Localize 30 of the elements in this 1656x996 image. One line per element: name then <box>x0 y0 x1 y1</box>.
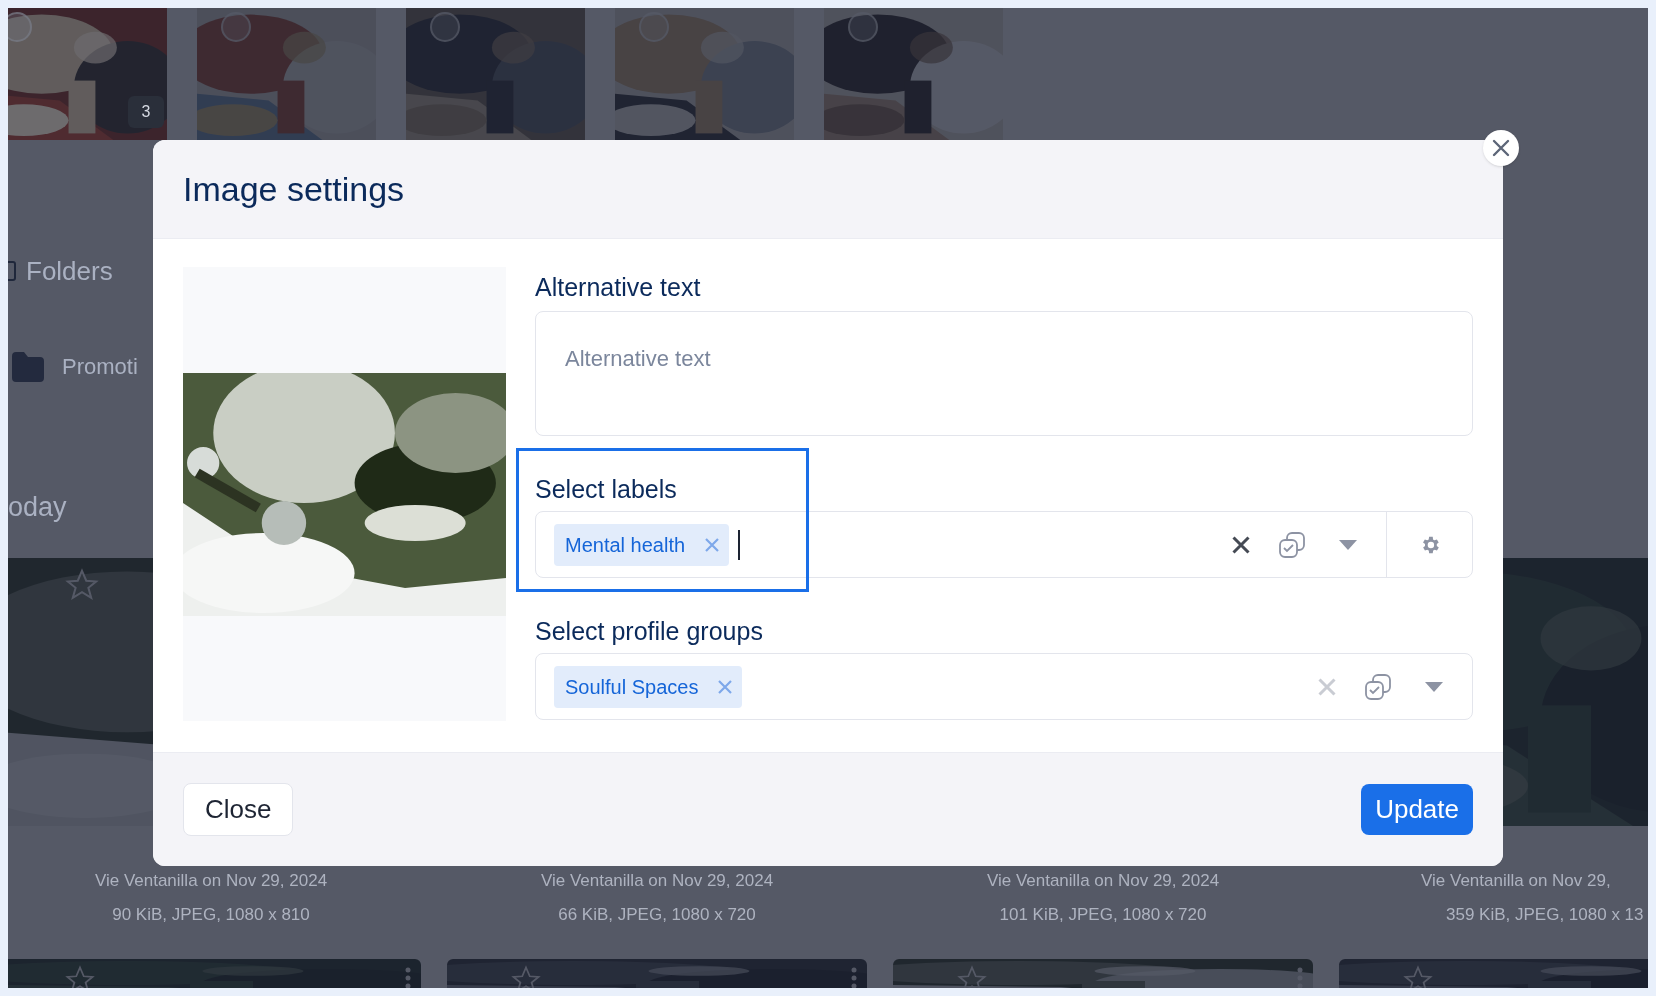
clear-icon[interactable] <box>1232 535 1250 554</box>
close-button[interactable]: Close <box>183 783 294 836</box>
select-field[interactable]: Mental health <box>535 511 1473 578</box>
image-author: Vie Ventanilla on Nov 29, 2024 <box>986 871 1220 891</box>
image-meta: 101 KiB, JPEG, 1080 x 720 <box>999 905 1207 925</box>
alt-text-field[interactable]: Alternative text <box>535 311 1473 436</box>
sidebar-heading: Folders <box>26 254 113 288</box>
section-title: oday <box>8 491 67 523</box>
image-author: Vie Ventanilla on Nov 29, <box>1421 871 1611 891</box>
remove-icon[interactable] <box>718 679 733 694</box>
image-meta: 90 KiB, JPEG, 1080 x 810 <box>112 905 310 925</box>
image-meta: 359 KiB, JPEG, 1080 x 13 <box>1446 905 1644 925</box>
copy-check-icon[interactable] <box>1278 530 1306 559</box>
field-label: Select labels <box>535 473 678 505</box>
folder-name[interactable]: Promoti <box>62 350 138 383</box>
remove-icon[interactable] <box>705 537 720 552</box>
caret-down-icon[interactable] <box>1425 681 1443 692</box>
field-label: Alternative text <box>535 272 702 303</box>
update-button[interactable]: Update <box>1361 784 1473 835</box>
caret-down-icon[interactable] <box>1339 539 1357 550</box>
field-label: Select profile groups <box>535 615 764 647</box>
image-author: Vie Ventanilla on Nov 29, 2024 <box>540 871 774 891</box>
copy-check-icon[interactable] <box>1364 672 1392 701</box>
image-meta: 66 KiB, JPEG, 1080 x 720 <box>558 905 756 925</box>
tag-text: Soulful Spaces <box>565 674 699 700</box>
select-field[interactable]: Soulful Spaces <box>535 653 1473 720</box>
tag-text: Mental health <box>565 532 686 558</box>
count-badge: 3 <box>128 96 164 128</box>
image-author: Vie Ventanilla on Nov 29, 2024 <box>94 871 328 891</box>
dialog-title: Image settings <box>183 168 405 210</box>
